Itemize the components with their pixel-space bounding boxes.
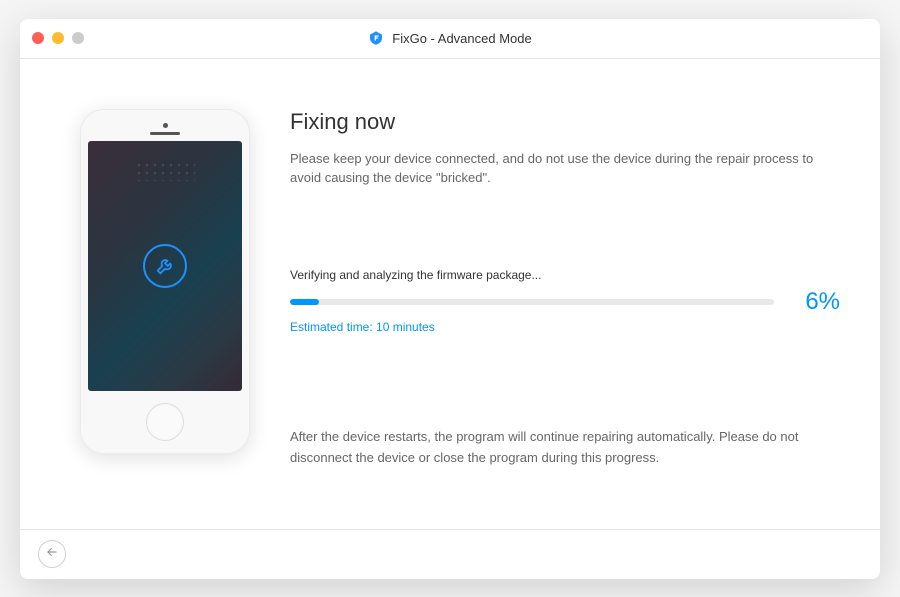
wrench-circle-icon <box>143 244 187 288</box>
progress-row: 6% <box>290 288 840 316</box>
phone-speaker-icon <box>150 132 180 135</box>
app-logo-icon <box>368 30 384 46</box>
instruction-text: Please keep your device connected, and d… <box>290 149 840 188</box>
progress-fill <box>290 299 319 305</box>
progress-bar <box>290 299 774 305</box>
progress-percent: 6% <box>790 288 840 316</box>
arrow-left-icon <box>45 545 59 564</box>
main-panel: Fixing now Please keep your device conne… <box>290 109 840 499</box>
phone-camera-icon <box>163 123 168 128</box>
device-illustration <box>80 109 250 499</box>
phone-top-sensors <box>88 117 242 141</box>
page-heading: Fixing now <box>290 109 840 135</box>
content-area: Fixing now Please keep your device conne… <box>20 59 880 529</box>
window-controls <box>32 32 84 44</box>
maximize-button[interactable] <box>72 32 84 44</box>
phone-screen <box>88 141 242 391</box>
progress-status-text: Verifying and analyzing the firmware pac… <box>290 268 840 282</box>
bottom-note: After the device restarts, the program w… <box>290 427 840 469</box>
footer-bar <box>20 529 880 579</box>
progress-block: Verifying and analyzing the firmware pac… <box>290 268 840 334</box>
phone-frame <box>80 109 250 454</box>
estimated-time-text: Estimated time: 10 minutes <box>290 320 840 334</box>
window-title: FixGo - Advanced Mode <box>392 31 531 46</box>
close-button[interactable] <box>32 32 44 44</box>
app-window: FixGo - Advanced Mode <box>20 19 880 579</box>
window-title-group: FixGo - Advanced Mode <box>368 30 531 46</box>
wrench-icon <box>154 255 176 277</box>
titlebar: FixGo - Advanced Mode <box>20 19 880 59</box>
back-button[interactable] <box>38 540 66 568</box>
minimize-button[interactable] <box>52 32 64 44</box>
home-button-icon <box>146 403 184 441</box>
